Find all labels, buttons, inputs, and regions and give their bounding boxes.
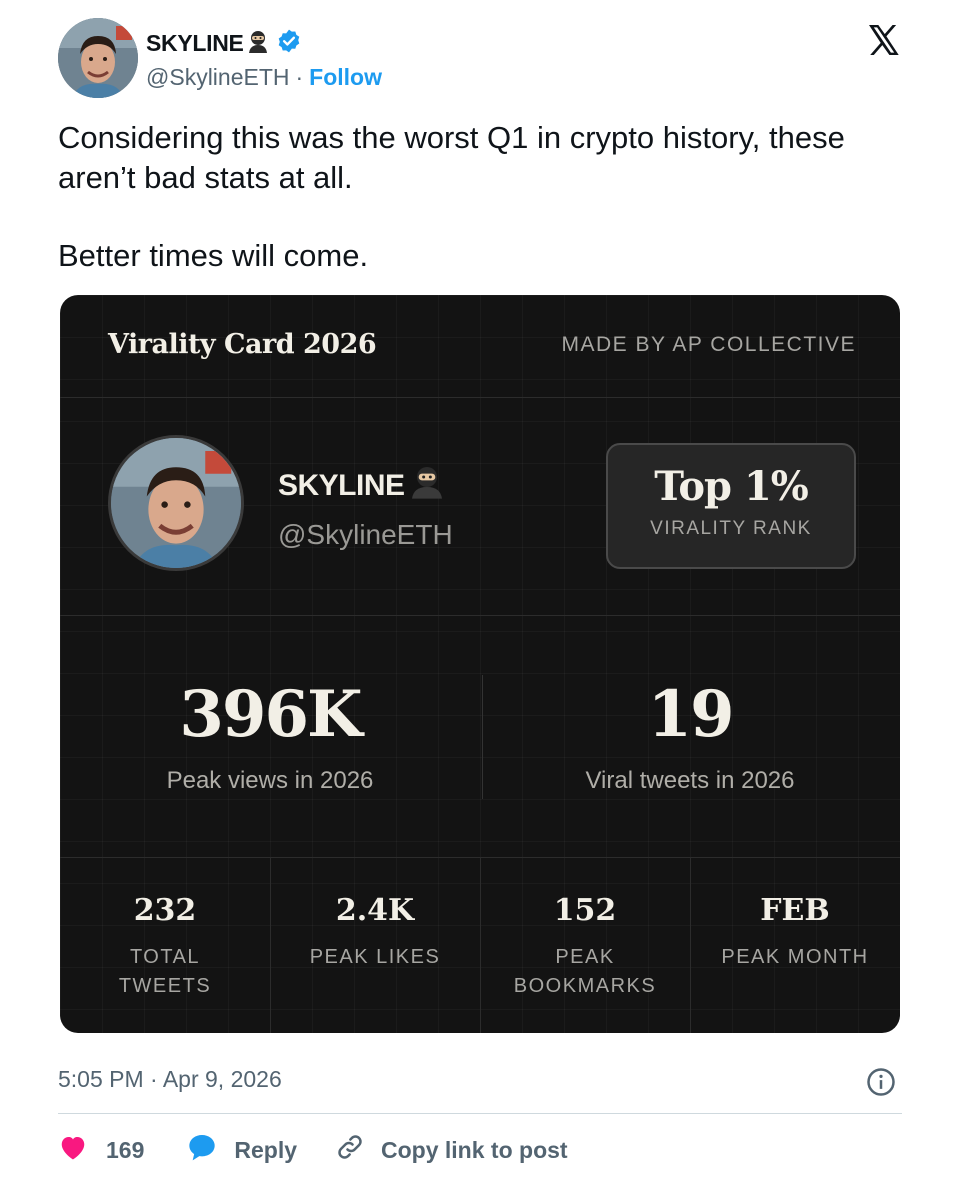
card-user-handle: @SkylineETH xyxy=(278,519,453,550)
virality-card-image[interactable]: Virality Card 2026 MADE BY AP COLLECTIVE… xyxy=(60,295,900,1033)
card-title: Virality Card 2026 xyxy=(108,329,377,360)
tweet-header: SKYLINE @SkylineETH · Follow xyxy=(58,18,902,100)
stat-value: 152 xyxy=(553,893,617,928)
stat-label: Peak views in 2026 xyxy=(166,767,374,794)
stat-label: PEAK LIKES xyxy=(309,946,441,968)
verified-badge-icon xyxy=(276,28,302,59)
card-divider xyxy=(60,615,900,616)
like-count: 169 xyxy=(106,1136,145,1163)
reply-button[interactable]: Reply xyxy=(186,1132,297,1168)
rank-value: Top 1% xyxy=(654,463,809,510)
card-divider xyxy=(60,397,900,398)
stat-value: 2.4K xyxy=(335,893,415,928)
card-credit: MADE BY AP COLLECTIVE xyxy=(561,333,856,356)
ninja-emoji-icon xyxy=(246,29,270,58)
info-icon[interactable] xyxy=(866,1067,896,1097)
stat-viral-tweets: 19 Viral tweets in 2026 xyxy=(480,675,900,795)
rank-label: VIRALITY RANK xyxy=(650,518,812,539)
stat-value: 19 xyxy=(647,677,734,752)
copy-link-button[interactable]: Copy link to post xyxy=(335,1132,568,1168)
author-name[interactable]: SKYLINE xyxy=(146,30,244,57)
like-button[interactable]: 169 xyxy=(58,1133,144,1167)
stat-peak-likes: 2.4K PEAK LIKES xyxy=(270,893,480,972)
card-avatar xyxy=(108,435,244,571)
tweet-text-line: Better times will come. xyxy=(58,238,369,273)
stat-value: 232 xyxy=(133,893,197,928)
stat-label: TOTAL TWEETS xyxy=(118,946,212,997)
tweet-text-line: Considering this was the worst Q1 in cry… xyxy=(58,120,845,195)
follow-button[interactable]: Follow xyxy=(309,64,382,91)
ninja-emoji-icon xyxy=(407,465,447,507)
stat-peak-views: 396K Peak views in 2026 xyxy=(60,675,480,795)
action-bar: 169 Reply Copy link to post xyxy=(58,1130,568,1170)
stat-value: FEB xyxy=(760,893,830,928)
heart-icon xyxy=(58,1133,88,1167)
stat-label: PEAK BOOKMARKS xyxy=(513,946,657,997)
card-user-name: SKYLINE xyxy=(278,465,447,507)
speech-bubble-icon xyxy=(186,1132,218,1168)
link-icon xyxy=(335,1132,365,1168)
tweet-body: Considering this was the worst Q1 in cry… xyxy=(58,118,908,276)
stat-value: 396K xyxy=(179,677,362,752)
tweet-timestamp[interactable]: 5:05 PM · Apr 9, 2026 xyxy=(58,1066,282,1093)
card-user-name-text: SKYLINE xyxy=(278,469,405,502)
stat-label: PEAK MONTH xyxy=(721,946,869,968)
separator-dot: · xyxy=(295,64,304,90)
copy-link-label: Copy link to post xyxy=(381,1136,568,1163)
x-logo-icon[interactable] xyxy=(866,22,902,58)
author-avatar[interactable] xyxy=(58,18,138,98)
virality-rank-box: Top 1% VIRALITY RANK xyxy=(606,443,856,569)
stat-peak-bookmarks: 152 PEAK BOOKMARKS xyxy=(480,893,690,1001)
stat-total-tweets: 232 TOTAL TWEETS xyxy=(60,893,270,1001)
stat-peak-month: FEB PEAK MONTH xyxy=(690,893,900,972)
author-handle[interactable]: @SkylineETH xyxy=(146,64,290,91)
reply-label: Reply xyxy=(234,1136,298,1163)
footer-divider xyxy=(58,1113,902,1114)
stat-label: Viral tweets in 2026 xyxy=(585,767,795,794)
